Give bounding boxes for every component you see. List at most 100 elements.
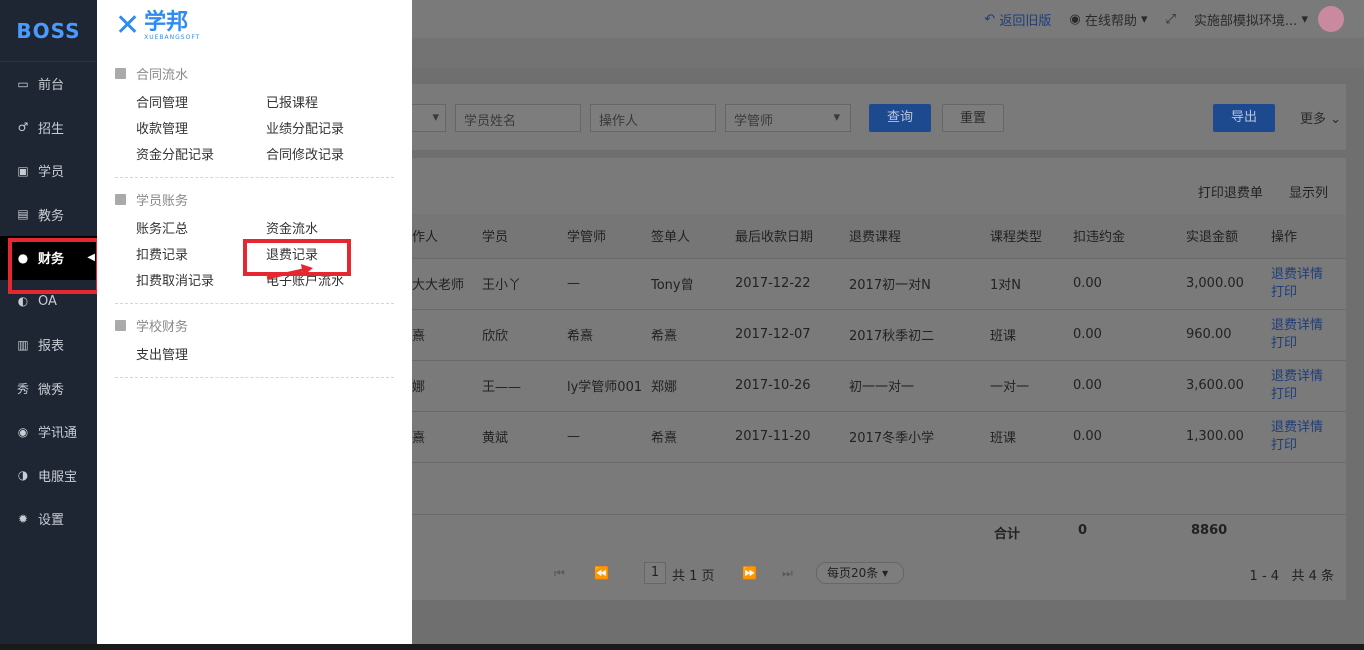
online-help-menu[interactable]: ◉ 在线帮助 ▾ bbox=[1069, 10, 1147, 29]
print-link[interactable]: 打印 bbox=[1271, 284, 1346, 302]
refund-records-panel: 打印退费单 显示列 作人 学员 学管师 签单人 最后收款日期 退费课程 课程类型… bbox=[412, 158, 1346, 600]
boss-logo[interactable]: BOSS bbox=[0, 0, 97, 62]
print-refund-button[interactable]: 打印退费单 bbox=[1198, 186, 1263, 201]
brand-name-cn: 学邦 bbox=[144, 9, 189, 35]
yen-circle-icon: ● bbox=[17, 250, 29, 265]
refund-detail-link[interactable]: 退费详情 bbox=[1271, 419, 1346, 437]
chevron-down-icon: ▾ bbox=[833, 110, 840, 125]
menu-item-expense-management[interactable]: 支出管理 bbox=[136, 343, 266, 369]
cell: 欣欣 bbox=[482, 309, 567, 361]
sidebar-item-students[interactable]: ▣ 学员 bbox=[0, 149, 97, 193]
cell: 一对一 bbox=[990, 360, 1073, 412]
cell: 班课 bbox=[990, 309, 1073, 361]
menu-item-payment-management[interactable]: 收款管理 bbox=[136, 117, 266, 143]
back-to-old-version-link[interactable]: ↶ 返回旧版 bbox=[984, 10, 1051, 29]
per-page-select[interactable]: 每页20条 ▾ bbox=[816, 562, 904, 584]
more-menu[interactable]: 更多 ⌄ bbox=[1300, 108, 1341, 127]
section-contract-flow: 合同流水 合同管理 已报课程 收款管理 业绩分配记录 资金分配记录 合同修改记录 bbox=[115, 52, 394, 178]
cell-actions: 退费详情 打印 bbox=[1271, 258, 1346, 310]
print-link[interactable]: 打印 bbox=[1271, 437, 1346, 455]
section-title-text: 学校财务 bbox=[136, 320, 189, 335]
xiu-icon: 秀 bbox=[16, 381, 29, 396]
fullscreen-icon[interactable]: ⤢ bbox=[1166, 12, 1176, 27]
cell: 熹 bbox=[412, 309, 482, 361]
role-select[interactable]: 学管师 ▾ bbox=[725, 104, 851, 132]
menu-item-contract-changes[interactable]: 合同修改记录 bbox=[266, 143, 396, 169]
sidebar-item-weixiu[interactable]: 秀微秀 bbox=[0, 367, 97, 411]
sidebar-item-dianfubao[interactable]: ◑ 电服宝 bbox=[0, 454, 97, 498]
cell: 2017-12-07 bbox=[735, 309, 849, 361]
sidebar-item-settings[interactable]: ✹ 设置 bbox=[0, 497, 97, 541]
filter-bar: ▾ 学员姓名 操作人 学管师 ▾ 查询 重置 导出 bbox=[402, 84, 1346, 150]
cell: — bbox=[567, 411, 651, 463]
chevron-down-icon: ▾ bbox=[1136, 11, 1148, 27]
export-button[interactable]: 导出 bbox=[1213, 104, 1275, 132]
cell: 娜 bbox=[412, 360, 482, 412]
print-link[interactable]: 打印 bbox=[1271, 386, 1346, 404]
sidebar-item-label: 财务 bbox=[38, 252, 65, 268]
phone-icon: ◑ bbox=[17, 468, 29, 483]
cell: 2017-10-26 bbox=[735, 360, 849, 412]
env-label: 实施部模拟环境... bbox=[1193, 13, 1298, 29]
sidebar: BOSS ▭ 前台 ♂ 招生 ▣ 学员 ▤ 教务 ● 财务 ◀ ◐ OA ▥ 报表 秀微秀 ◉ 学… bbox=[0, 0, 97, 650]
totals-refund: 8860 bbox=[1191, 523, 1228, 538]
next-page-icon[interactable]: ⏩ bbox=[742, 566, 757, 580]
cell: 960.00 bbox=[1186, 309, 1271, 361]
user-plus-icon: ♂ bbox=[17, 120, 29, 135]
sidebar-item-enrollment[interactable]: ♂ 招生 bbox=[0, 106, 97, 150]
sidebar-item-frontdesk[interactable]: ▭ 前台 bbox=[0, 62, 97, 106]
count-label: 共 4 条 bbox=[1291, 569, 1334, 584]
cell: ly学管师001 bbox=[567, 360, 651, 412]
chevron-down-icon: ▾ bbox=[432, 110, 439, 125]
sidebar-item-finance[interactable]: ● 财务 ◀ bbox=[0, 236, 97, 280]
menu-item-contract-management[interactable]: 合同管理 bbox=[136, 91, 266, 117]
first-page-icon[interactable]: ⏮ bbox=[554, 566, 565, 581]
section-title-text: 合同流水 bbox=[136, 68, 189, 83]
col-header: 最后收款日期 bbox=[735, 214, 849, 259]
avatar[interactable] bbox=[1318, 6, 1344, 32]
reset-button[interactable]: 重置 bbox=[942, 104, 1004, 132]
menu-item-enrolled-courses[interactable]: 已报课程 bbox=[266, 91, 396, 117]
refund-detail-link[interactable]: 退费详情 bbox=[1271, 317, 1346, 335]
refund-detail-link[interactable]: 退费详情 bbox=[1271, 368, 1346, 386]
sidebar-item-reports[interactable]: ▥ 报表 bbox=[0, 323, 97, 367]
last-page-icon[interactable]: ⏭ bbox=[782, 566, 793, 581]
sidebar-item-oa[interactable]: ◐ OA bbox=[0, 280, 97, 324]
toggle-icon: ◐ bbox=[17, 294, 29, 309]
yen-icon bbox=[115, 194, 126, 205]
show-columns-button[interactable]: 显示列 bbox=[1289, 186, 1328, 201]
sidebar-item-label: OA bbox=[38, 293, 57, 309]
table-header-row: 作人 学员 学管师 签单人 最后收款日期 退费课程 课程类型 扣违约金 实退金额… bbox=[412, 214, 1346, 259]
bottom-bar bbox=[0, 644, 1364, 650]
chevron-down-icon: ⌄ bbox=[1326, 112, 1342, 127]
cell: 王小丫 bbox=[482, 258, 567, 310]
cell: 2017初一对N bbox=[849, 258, 990, 310]
cell: 郑娜 bbox=[651, 360, 735, 412]
student-name-input[interactable]: 学员姓名 bbox=[455, 104, 581, 132]
cell: 2017秋季初二 bbox=[849, 309, 990, 361]
help-icon: ◉ bbox=[1069, 11, 1085, 27]
main-content: ↶ 返回旧版 ◉ 在线帮助 ▾ ⤢ 实施部模拟环境... ▾ ▾ 学员姓名 操作… bbox=[402, 0, 1364, 650]
cell: 希熹 bbox=[651, 411, 735, 463]
col-header: 签单人 bbox=[651, 214, 735, 259]
topbar: ↶ 返回旧版 ◉ 在线帮助 ▾ ⤢ 实施部模拟环境... ▾ bbox=[412, 0, 1364, 38]
query-button[interactable]: 查询 bbox=[869, 104, 931, 132]
document-icon bbox=[115, 68, 126, 79]
refund-detail-link[interactable]: 退费详情 bbox=[1271, 266, 1346, 284]
page-number-input[interactable]: 1 bbox=[644, 562, 666, 584]
menu-item-performance-allocation[interactable]: 业绩分配记录 bbox=[266, 117, 396, 143]
environment-menu[interactable]: 实施部模拟环境... ▾ bbox=[1194, 6, 1344, 32]
sidebar-item-academic[interactable]: ▤ 教务 bbox=[0, 193, 97, 237]
operator-input[interactable]: 操作人 bbox=[590, 104, 716, 132]
sidebar-item-label: 教务 bbox=[38, 208, 65, 224]
prev-page-icon[interactable]: ⏪ bbox=[594, 566, 609, 580]
menu-item-fund-allocation[interactable]: 资金分配记录 bbox=[136, 143, 266, 169]
caret-down-icon: ▾ bbox=[878, 566, 889, 580]
col-header: 课程类型 bbox=[990, 214, 1073, 259]
print-link[interactable]: 打印 bbox=[1271, 335, 1346, 353]
sidebar-item-label: 电服宝 bbox=[38, 469, 78, 485]
sidebar-item-xuexuntong[interactable]: ◉ 学讯通 bbox=[0, 410, 97, 454]
bar-chart-icon: ▥ bbox=[17, 337, 29, 352]
range-label: 1 - 4 bbox=[1249, 569, 1280, 584]
id-card-icon: ▣ bbox=[17, 163, 29, 178]
